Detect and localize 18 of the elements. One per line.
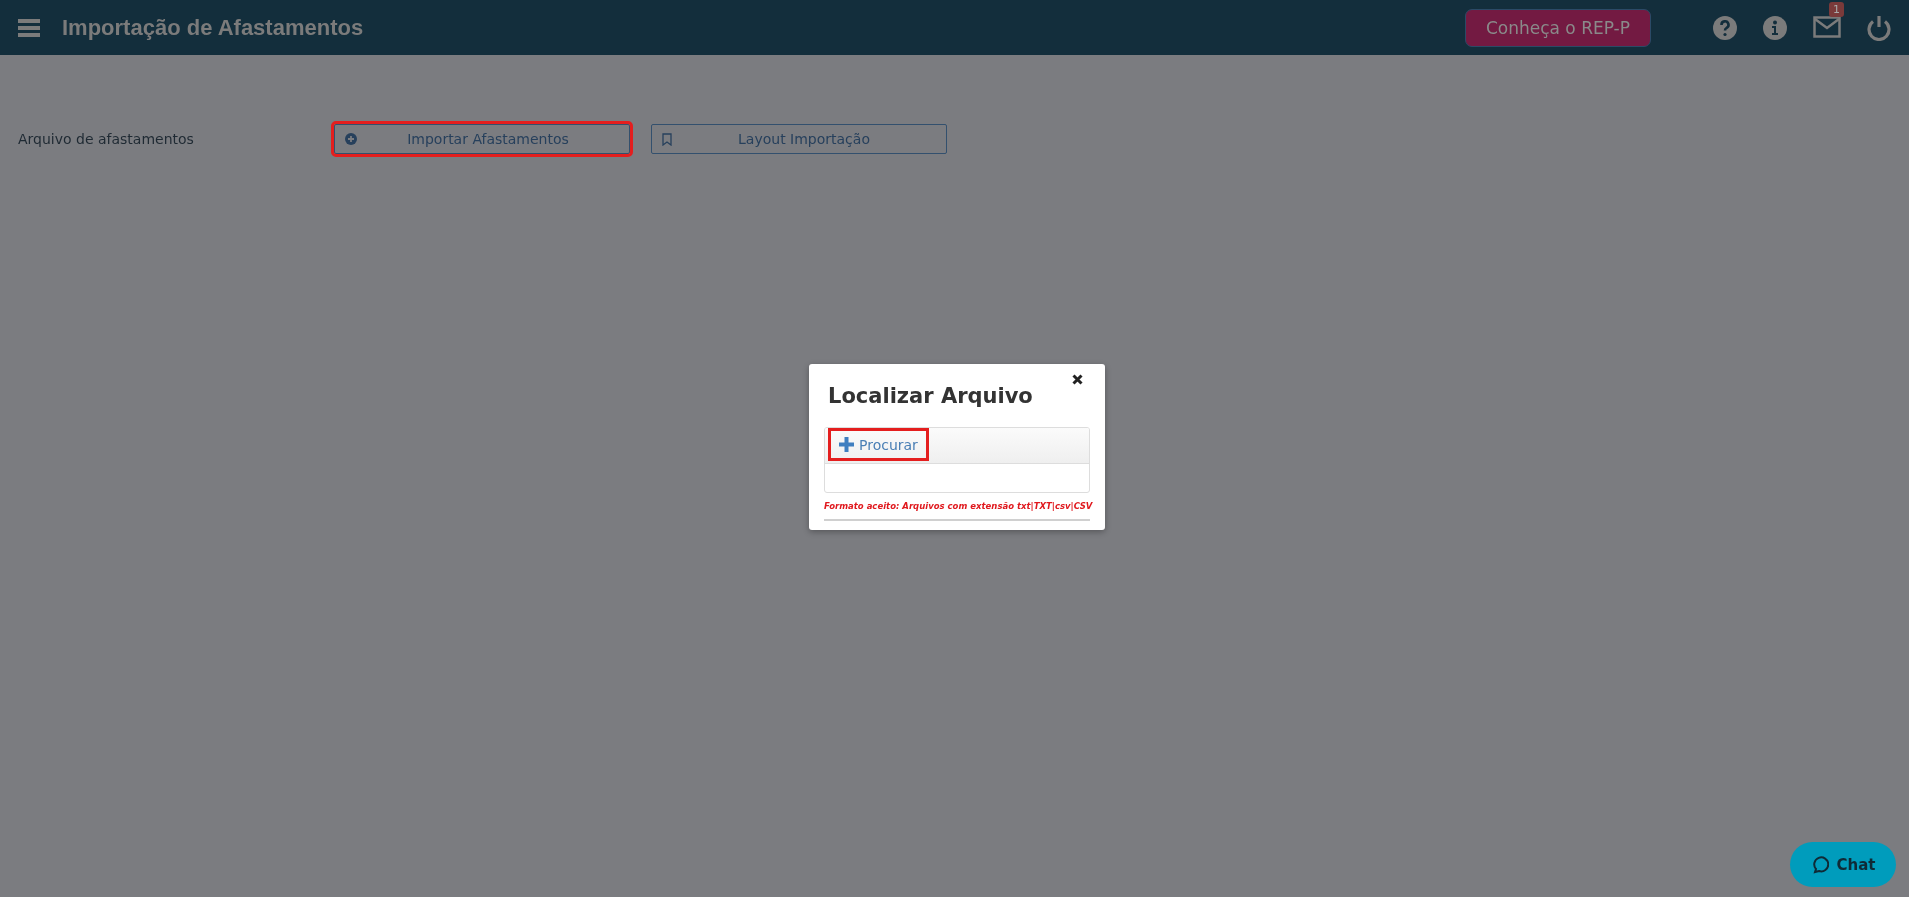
- notification-badge: 1: [1829, 1, 1844, 17]
- menu-icon[interactable]: [18, 18, 40, 37]
- field-label: Arquivo de afastamentos: [18, 131, 195, 147]
- power-icon[interactable]: [1867, 14, 1891, 41]
- info-icon[interactable]: [1763, 15, 1787, 40]
- dialog-title: Localizar Arquivo: [828, 384, 1034, 408]
- promo-button[interactable]: Conheça o REP-P: [1464, 8, 1651, 47]
- bookmark-icon: [662, 132, 672, 146]
- layout-button[interactable]: Layout Importação: [651, 124, 947, 154]
- close-icon[interactable]: [1072, 374, 1083, 385]
- speech-bubble-icon: [1810, 855, 1829, 874]
- help-icon[interactable]: [1713, 15, 1737, 40]
- page-title: Importação de Afastamentos: [62, 14, 365, 41]
- mail-icon[interactable]: [1813, 15, 1841, 38]
- import-button[interactable]: Importar Afastamentos: [334, 124, 630, 154]
- plus-icon: [839, 437, 854, 452]
- plus-circle-icon: [345, 133, 357, 145]
- chat-button[interactable]: Chat: [1790, 842, 1896, 887]
